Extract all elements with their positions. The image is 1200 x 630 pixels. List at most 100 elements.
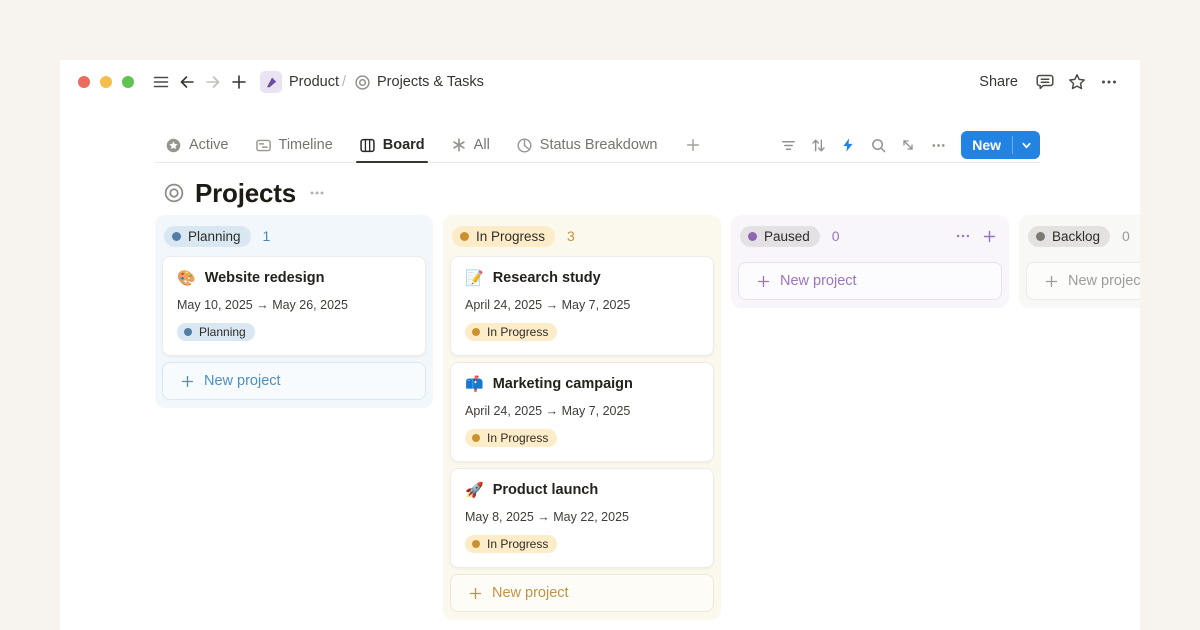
column-add-button[interactable] [978,225,1000,247]
project-dates: April 24, 2025 → May 7, 2025 [465,404,699,418]
board-column-backlog: Backlog 0 New project [1019,215,1140,308]
new-project-button[interactable]: New project [1026,262,1140,300]
tab-status-breakdown[interactable]: Status Breakdown [516,128,658,162]
column-count: 0 [832,228,840,244]
automations-button[interactable] [835,132,861,158]
column-header: Paused 0 [738,221,1002,251]
project-card-header: 📫 Marketing campaign [465,376,699,392]
status-dot-icon [472,540,480,548]
project-emoji-icon: 📫 [465,377,484,392]
ellipsis-icon [955,228,971,244]
column-header: In Progress 3 [450,221,714,251]
tab-board[interactable]: Board [359,128,425,162]
notion-mark-icon [265,76,278,89]
new-page-button[interactable] [226,68,252,96]
view-tabs: Active Timeline Board All Status Breakdo… [155,128,701,162]
project-emoji-icon: 🚀 [465,483,484,498]
forward-button[interactable] [200,68,226,96]
board-column-planning: Planning 1 🎨 Website redesign May 10, 20… [155,215,433,408]
project-card[interactable]: 🚀 Product launch May 8, 2025 → May 22, 2… [450,468,714,568]
column-cards: 📝 Research study April 24, 2025 → May 7,… [450,256,714,568]
column-status-pill[interactable]: Paused [740,226,820,247]
breadcrumb-workspace[interactable]: Product [289,74,339,90]
arrow-right-icon [204,73,222,91]
column-status-pill[interactable]: Backlog [1028,226,1110,247]
view-tab-label: Status Breakdown [540,137,658,153]
new-project-label: New project [204,373,281,389]
ellipsis-icon [1099,72,1119,92]
project-card[interactable]: 📝 Research study April 24, 2025 → May 7,… [450,256,714,356]
plus-icon [685,137,701,153]
search-button[interactable] [865,132,891,158]
column-status-pill[interactable]: In Progress [452,226,555,247]
favorite-button[interactable] [1064,68,1090,96]
project-card[interactable]: 📫 Marketing campaign April 24, 2025 → Ma… [450,362,714,462]
topbar-actions: Share [971,68,1122,96]
back-button[interactable] [174,68,200,96]
column-status-pill[interactable]: Planning [164,226,251,247]
project-status-label: Planning [199,325,246,339]
status-dot-icon [460,232,469,241]
column-more-button[interactable] [952,225,974,247]
project-title: Product launch [493,482,599,498]
kanban-board: Planning 1 🎨 Website redesign May 10, 20… [155,215,1140,630]
new-button-label[interactable]: New [961,131,1012,159]
hamburger-icon [152,73,170,91]
new-button[interactable]: New [961,131,1040,159]
tab-all[interactable]: All [451,128,490,162]
column-status-label: Planning [188,229,241,244]
view-options-button[interactable] [925,132,951,158]
title-more-button[interactable] [308,184,326,202]
column-status-label: Paused [764,229,810,244]
page-title-row: Projects [163,177,1140,209]
ellipsis-icon [308,184,326,202]
project-status-pill: Planning [177,323,255,341]
app-window: Product / Projects & Tasks Share Active … [60,60,1140,630]
minimize-window-button[interactable] [100,76,112,88]
breadcrumb-page[interactable]: Projects & Tasks [377,74,484,90]
status-dot-icon [748,232,757,241]
tab-active[interactable]: Active [165,128,229,162]
close-window-button[interactable] [78,76,90,88]
comments-button[interactable] [1032,68,1058,96]
column-count: 0 [1122,228,1130,244]
new-dropdown-button[interactable] [1013,131,1040,159]
workspace-icon[interactable] [260,71,282,93]
new-project-button[interactable]: New project [162,362,426,400]
share-button[interactable]: Share [971,74,1026,90]
sidebar-menu-button[interactable] [148,68,174,96]
project-status-pill: In Progress [465,429,557,447]
expand-button[interactable] [895,132,921,158]
chevron-down-icon [1021,140,1032,151]
status-dot-icon [172,232,181,241]
status-dot-icon [1036,232,1045,241]
new-project-button[interactable]: New project [738,262,1002,300]
sort-button[interactable] [805,132,831,158]
column-header: Backlog 0 [1026,221,1140,251]
project-dates: May 8, 2025 → May 22, 2025 [465,510,699,524]
project-title: Marketing campaign [493,376,633,392]
view-tab-label: Active [189,137,229,153]
status-dot-icon [184,328,192,336]
filter-button[interactable] [775,132,801,158]
arrow-left-icon [178,73,196,91]
more-options-button[interactable] [1096,68,1122,96]
view-tab-icon [165,137,182,154]
new-project-button[interactable]: New project [450,574,714,612]
plus-icon [180,374,195,389]
filter-icon [780,137,797,154]
view-tab-icon [451,137,467,153]
expand-diagonal-icon [900,137,916,153]
column-actions [952,225,1000,247]
board-column-in-progress: In Progress 3 📝 Research study April 24,… [443,215,721,620]
plus-icon [982,229,997,244]
board-column-paused: Paused 0 New project [731,215,1009,308]
target-icon [163,182,185,204]
add-view-button[interactable] [685,128,701,162]
project-emoji-icon: 🎨 [177,271,196,286]
page-title: Projects [195,178,296,209]
view-tab-label: Board [383,137,425,153]
zoom-window-button[interactable] [122,76,134,88]
tab-timeline[interactable]: Timeline [255,128,333,162]
project-card[interactable]: 🎨 Website redesign May 10, 2025 → May 26… [162,256,426,356]
